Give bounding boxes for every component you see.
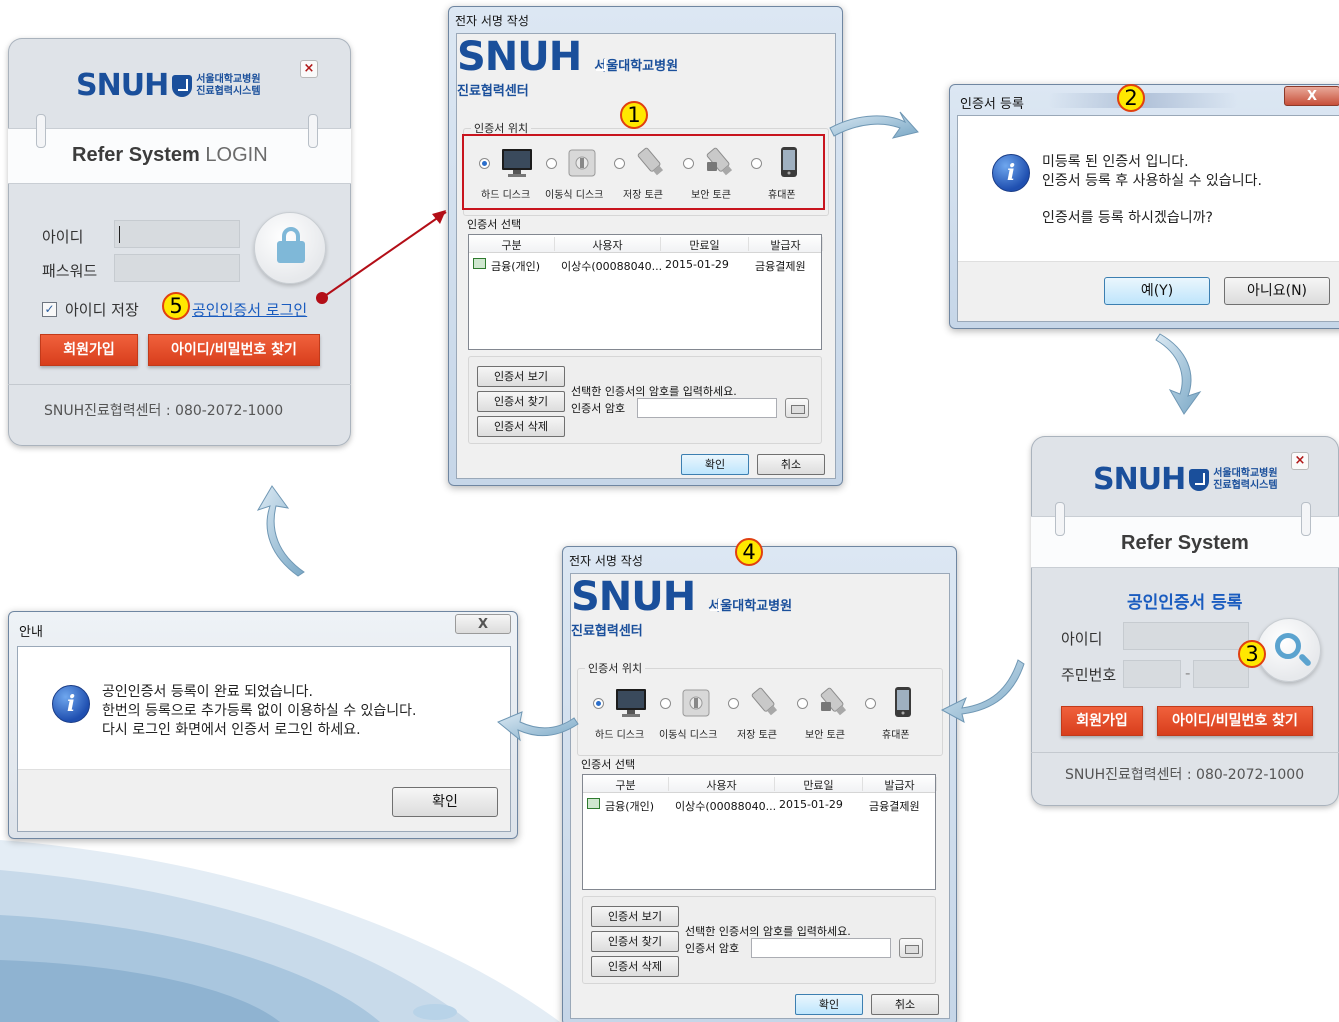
flow-arrows xyxy=(256,111,1202,742)
flow-arrow-1 xyxy=(829,111,919,139)
connector-arrowhead xyxy=(432,210,446,224)
step-badge-1: 1 xyxy=(620,101,648,129)
step-badge-5: 5 xyxy=(162,292,190,320)
flow-arrow-3 xyxy=(940,659,1025,723)
step-badge-4: 4 xyxy=(735,538,763,566)
flow-arrow-4 xyxy=(497,711,579,742)
flow-arrow-2 xyxy=(1155,333,1202,415)
step-badge-2: 2 xyxy=(1117,84,1145,112)
connector-line xyxy=(321,211,447,299)
step-badge-3: 3 xyxy=(1238,640,1266,668)
connector-dot xyxy=(316,292,328,304)
flow-arrow-5 xyxy=(256,485,305,577)
workflow-canvas: × SNUH 서울대학교병원 진료협력시스템 Refer System LOGIN… xyxy=(0,0,1339,1022)
